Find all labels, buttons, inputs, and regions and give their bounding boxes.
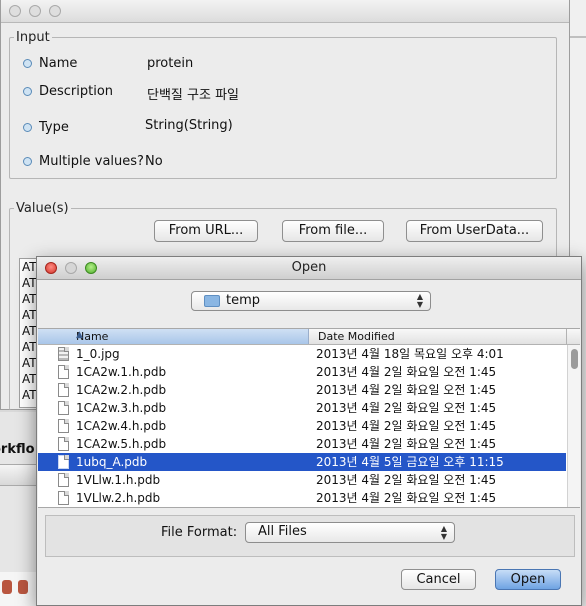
column-header-date[interactable]: Date Modified (318, 330, 395, 343)
document-icon (58, 383, 69, 397)
input-row-value: No (145, 154, 163, 169)
minimize-window-icon[interactable] (29, 5, 41, 17)
from-url-button[interactable]: From URL... (154, 220, 258, 242)
input-row-label: Description (39, 84, 114, 99)
file-date: 2013년 4월 2일 화요일 오전 1:45 (316, 473, 497, 487)
folder-popup[interactable]: temp ▲ ▼ (191, 291, 431, 311)
file-row[interactable]: 1CA2w.1.h.pdb 2013년 4월 2일 화요일 오전 1:45 (38, 363, 566, 381)
input-row-value: String(String) (145, 118, 233, 133)
file-row[interactable]: 1CA2w.3.h.pdb 2013년 4월 2일 화요일 오전 1:45 (38, 399, 566, 417)
file-row[interactable]: 1_0.jpg 2013년 4월 18일 목요일 오후 4:01 (38, 345, 566, 363)
document-icon (58, 491, 69, 505)
open-button[interactable]: Open (495, 569, 561, 590)
document-icon (58, 419, 69, 433)
folder-icon (204, 295, 220, 307)
file-date: 2013년 4월 2일 화요일 오전 1:45 (316, 365, 497, 379)
file-name: 1VLlw.2.h.pdb (76, 491, 161, 505)
values-group-legend: Value(s) (16, 201, 69, 216)
workflow-toolbar (0, 464, 40, 486)
document-icon (58, 473, 69, 487)
file-date: 2013년 4월 18일 목요일 오후 4:01 (316, 347, 504, 361)
document-icon (58, 401, 69, 415)
bullet-icon (23, 123, 32, 132)
file-date: 2013년 4월 2일 화요일 오전 1:45 (316, 419, 497, 433)
file-row[interactable]: 1CA2w.2.h.pdb 2013년 4월 2일 화요일 오전 1:45 (38, 381, 566, 399)
document-icon (58, 455, 69, 469)
open-dialog: Open temp ▲ ▼ Name ▲ Date Modified 1_0.jp… (36, 256, 582, 606)
bullet-icon (23, 87, 32, 96)
file-format-label: File Format: (161, 525, 238, 540)
file-format-value: All Files (258, 524, 307, 539)
sort-ascending-icon: ▲ (76, 330, 83, 340)
file-date: 2013년 4월 2일 화요일 오전 1:45 (316, 491, 497, 505)
file-row[interactable]: 1VLlw.2.h.pdb 2013년 4월 2일 화요일 오전 1:45 (38, 489, 566, 507)
workflow-window-fragment: orkflo (0, 412, 40, 606)
file-date: 2013년 4월 2일 화요일 오전 1:45 (316, 383, 497, 397)
file-row[interactable]: 1CA2w.4.h.pdb 2013년 4월 2일 화요일 오전 1:45 (38, 417, 566, 435)
file-name: 1CA2w.1.h.pdb (76, 365, 167, 379)
input-group-legend: Input (16, 30, 50, 45)
workflow-title: orkflo (0, 442, 35, 457)
column-divider (566, 329, 567, 344)
file-format-select[interactable]: All Files ▲ ▼ (245, 522, 455, 543)
vertical-scrollbar[interactable] (567, 345, 580, 507)
bullet-icon (23, 59, 32, 68)
file-rows: 1_0.jpg 2013년 4월 18일 목요일 오후 4:01 1CA2w.1… (38, 345, 566, 507)
from-userdata-button[interactable]: From UserData... (406, 220, 543, 242)
file-list[interactable]: Name ▲ Date Modified 1_0.jpg 2013년 4월 18… (38, 328, 580, 508)
input-row-value: 단백질 구조 파일 (147, 88, 239, 103)
file-name: 1CA2w.2.h.pdb (76, 383, 167, 397)
background-window-titlebar (1, 0, 569, 23)
file-row-selected[interactable]: 1ubq_A.pdb 2013년 4월 5일 금요일 오후 11:15 (38, 453, 566, 471)
file-date: 2013년 4월 2일 화요일 오전 1:45 (316, 437, 497, 451)
file-row[interactable]: 1VLlw.1.h.pdb 2013년 4월 2일 화요일 오전 1:45 (38, 471, 566, 489)
input-row-value: protein (147, 56, 194, 71)
file-date: 2013년 4월 2일 화요일 오전 1:45 (316, 401, 497, 415)
workflow-node-icon[interactable] (2, 580, 12, 594)
input-row-label: Type (39, 120, 69, 135)
file-row[interactable]: 1CA2w.5.h.pdb 2013년 4월 2일 화요일 오전 1:45 (38, 435, 566, 453)
file-name: 1CA2w.4.h.pdb (76, 419, 167, 433)
folder-label: temp (226, 293, 261, 308)
column-header-name[interactable]: Name ▲ (38, 329, 309, 344)
image-file-icon (58, 347, 69, 361)
scrollbar-thumb[interactable] (571, 349, 578, 369)
bullet-icon (23, 157, 32, 166)
chevron-updown-icon: ▲ ▼ (416, 292, 424, 309)
input-row-label: Multiple values? (39, 154, 144, 169)
zoom-window-icon[interactable] (49, 5, 61, 17)
file-name: 1CA2w.3.h.pdb (76, 401, 167, 415)
file-name: 1VLlw.1.h.pdb (76, 473, 161, 487)
document-icon (58, 365, 69, 379)
input-row-label: Name (39, 56, 78, 71)
cancel-button[interactable]: Cancel (401, 569, 476, 590)
file-name: 1ubq_A.pdb (76, 455, 148, 469)
close-window-icon[interactable] (9, 5, 21, 17)
chevron-updown-icon: ▲ ▼ (440, 524, 448, 541)
document-icon (58, 437, 69, 451)
file-date: 2013년 4월 5일 금요일 오후 11:15 (316, 455, 504, 469)
file-name: 1CA2w.5.h.pdb (76, 437, 167, 451)
file-list-header: Name ▲ Date Modified (38, 329, 580, 345)
workflow-node-icon[interactable] (18, 580, 29, 594)
from-file-button[interactable]: From file... (282, 220, 384, 242)
workflow-icon-strip (0, 572, 40, 606)
dialog-titlebar: Open (37, 257, 581, 280)
dialog-title: Open (291, 260, 327, 275)
file-name: 1_0.jpg (76, 347, 120, 361)
